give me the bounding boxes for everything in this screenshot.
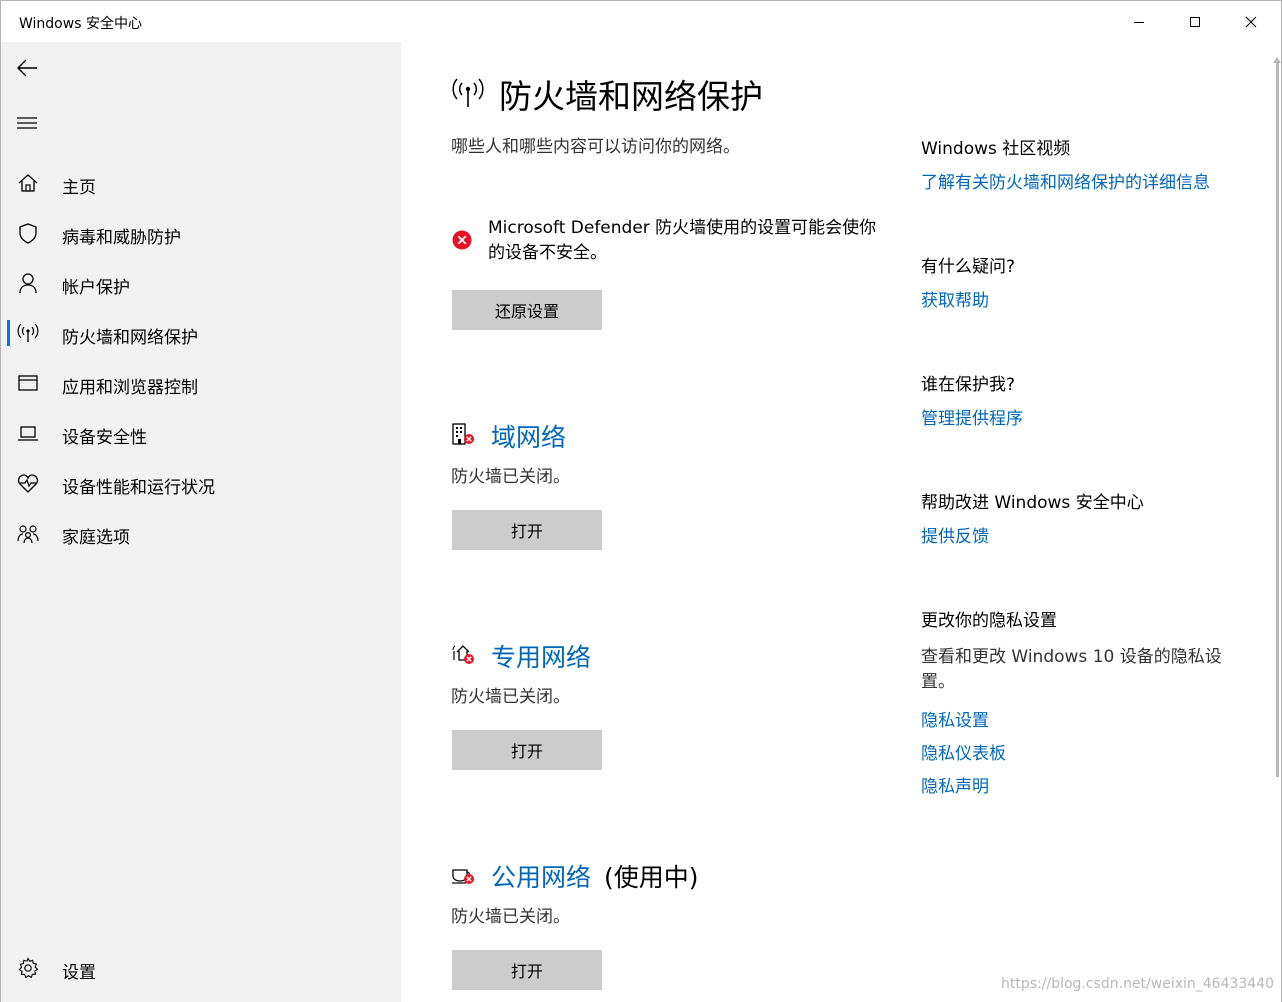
watermark: https://blog.csdn.net/weixin_46433440 bbox=[1001, 976, 1275, 992]
sidebar-item-label: 应用和浏览器控制 bbox=[62, 378, 198, 398]
sidebar-item-device-security[interactable]: 设备安全性 bbox=[1, 413, 401, 453]
heart-pulse-icon bbox=[16, 472, 40, 494]
maximize-button[interactable] bbox=[1167, 1, 1223, 42]
manage-providers-link[interactable]: 管理提供程序 bbox=[921, 404, 1023, 429]
sidebar-item-label: 帐户保护 bbox=[62, 278, 130, 298]
page-subtitle: 哪些人和哪些内容可以访问你的网络。 bbox=[451, 137, 740, 157]
browser-window-icon bbox=[16, 372, 40, 394]
vertical-scrollbar[interactable] bbox=[1273, 42, 1281, 1002]
person-icon bbox=[16, 272, 40, 294]
sidebar: 主页 病毒和威胁防护 帐户保护 防火墙和网络保护 应用和浏览器控制 设备安全性 … bbox=[1, 42, 401, 1002]
page-title: 防火墙和网络保护 bbox=[499, 77, 763, 116]
sidebar-item-label: 防火墙和网络保护 bbox=[62, 328, 198, 348]
domain-network-icon bbox=[451, 422, 479, 450]
private-network-turn-on-button[interactable]: 打开 bbox=[452, 730, 602, 770]
sidebar-item-label: 主页 bbox=[62, 178, 96, 198]
error-icon bbox=[452, 230, 472, 250]
settings-label: 设置 bbox=[62, 963, 96, 983]
close-icon bbox=[1245, 16, 1257, 27]
sidebar-item-firewall[interactable]: 防火墙和网络保护 bbox=[1, 313, 401, 353]
learn-more-link[interactable]: 了解有关防火墙和网络保护的详细信息 bbox=[921, 168, 1210, 193]
private-network-status: 防火墙已关闭。 bbox=[451, 687, 570, 707]
domain-network-turn-on-button[interactable]: 打开 bbox=[452, 510, 602, 550]
hamburger-icon bbox=[17, 117, 37, 129]
app-window: Windows 安全中心 主页 病毒和威胁防护 帐户保护 防火墙和网络保护 应用… bbox=[0, 0, 1282, 1002]
sidebar-item-label: 病毒和威胁防护 bbox=[62, 228, 181, 248]
sidebar-item-settings[interactable]: 设置 bbox=[1, 948, 401, 988]
privacy-dashboard-link[interactable]: 隐私仪表板 bbox=[921, 739, 1006, 764]
sidebar-item-account-protection[interactable]: 帐户保护 bbox=[1, 263, 401, 303]
home-icon bbox=[16, 172, 40, 194]
domain-network-link[interactable]: 域网络 bbox=[491, 418, 566, 454]
title-bar: Windows 安全中心 bbox=[1, 1, 1281, 42]
privacy-settings-link[interactable]: 隐私设置 bbox=[921, 706, 989, 731]
public-network-icon bbox=[451, 862, 479, 890]
gear-icon bbox=[16, 957, 40, 979]
main-content: 防火墙和网络保护 哪些人和哪些内容可以访问你的网络。 Microsoft Def… bbox=[401, 42, 1281, 1002]
shield-icon bbox=[16, 222, 40, 244]
sidebar-item-label: 家庭选项 bbox=[62, 528, 130, 548]
in-use-label: (使用中) bbox=[604, 863, 699, 892]
privacy-statement-link[interactable]: 隐私声明 bbox=[921, 772, 989, 797]
family-icon bbox=[16, 522, 40, 544]
community-videos-heading: Windows 社区视频 bbox=[921, 139, 1071, 159]
sidebar-item-virus-protection[interactable]: 病毒和威胁防护 bbox=[1, 213, 401, 253]
public-network-turn-on-button[interactable]: 打开 bbox=[452, 950, 602, 990]
who-protects-me-heading: 谁在保护我? bbox=[921, 375, 1016, 395]
sidebar-item-device-performance[interactable]: 设备性能和运行状况 bbox=[1, 463, 401, 503]
privacy-heading: 更改你的隐私设置 bbox=[921, 611, 1057, 631]
sidebar-item-family-options[interactable]: 家庭选项 bbox=[1, 513, 401, 553]
minimize-icon bbox=[1134, 21, 1144, 23]
questions-heading: 有什么疑问? bbox=[921, 257, 1016, 277]
sidebar-item-label: 设备安全性 bbox=[62, 428, 147, 448]
back-button[interactable] bbox=[11, 52, 43, 84]
wifi-antenna-icon bbox=[16, 322, 40, 344]
hamburger-menu-button[interactable] bbox=[11, 107, 43, 139]
domain-network-status: 防火墙已关闭。 bbox=[451, 467, 570, 487]
laptop-icon bbox=[16, 422, 40, 444]
public-network-status: 防火墙已关闭。 bbox=[451, 907, 570, 927]
get-help-link[interactable]: 获取帮助 bbox=[921, 286, 989, 311]
private-network-link[interactable]: 专用网络 bbox=[491, 638, 591, 674]
active-indicator bbox=[7, 320, 10, 346]
warning-message: Microsoft Defender 防火墙使用的设置可能会使你的设备不安全。 bbox=[488, 218, 877, 263]
maximize-icon bbox=[1190, 16, 1200, 27]
sidebar-item-label: 设备性能和运行状况 bbox=[62, 478, 215, 498]
window-title: Windows 安全中心 bbox=[19, 16, 142, 32]
scroll-thumb[interactable] bbox=[1276, 62, 1279, 777]
back-arrow-icon bbox=[17, 59, 37, 77]
close-button[interactable] bbox=[1223, 1, 1279, 42]
wifi-antenna-icon bbox=[451, 77, 485, 109]
sidebar-item-home[interactable]: 主页 bbox=[1, 163, 401, 203]
give-feedback-link[interactable]: 提供反馈 bbox=[921, 522, 989, 547]
privacy-description: 查看和更改 Windows 10 设备的隐私设置。 bbox=[921, 647, 1222, 692]
restore-settings-button[interactable]: 还原设置 bbox=[452, 290, 602, 330]
sidebar-item-app-browser-control[interactable]: 应用和浏览器控制 bbox=[1, 363, 401, 403]
improve-heading: 帮助改进 Windows 安全中心 bbox=[921, 493, 1144, 513]
private-network-icon bbox=[451, 642, 479, 670]
minimize-button[interactable] bbox=[1111, 1, 1167, 42]
public-network-link[interactable]: 公用网络 bbox=[491, 858, 591, 894]
